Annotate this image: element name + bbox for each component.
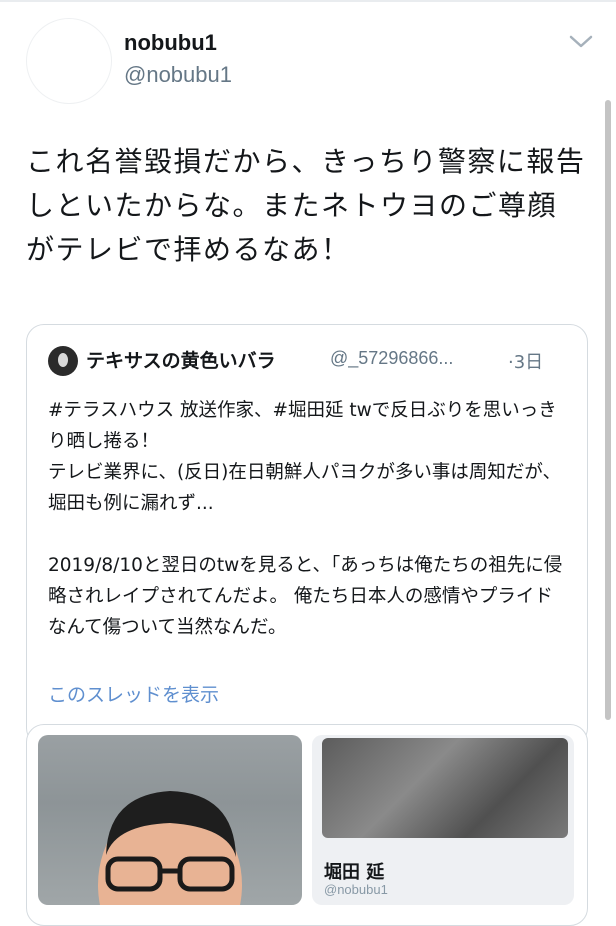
portrait-illustration [98, 791, 242, 905]
media-image-portrait[interactable] [38, 735, 302, 905]
embedded-profile-name: 堀田 延 [324, 862, 385, 883]
profile-header-photo [322, 738, 568, 838]
quoted-tweet-time: ·3日 [508, 352, 544, 373]
quoted-author-name[interactable]: テキサスの黄色いバラ [86, 346, 276, 373]
tweet-text: これ名誉毀損だから、きっちり警察に報告しといたからな。またネトウヨのご尊顔がテレ… [26, 145, 586, 266]
author-avatar[interactable] [26, 18, 112, 104]
show-thread-link[interactable]: このスレッドを表示 [48, 680, 219, 707]
chevron-down-icon[interactable] [568, 34, 594, 50]
quoted-author-handle: @_57296866... [330, 348, 454, 368]
author-display-name[interactable]: nobubu1 [124, 30, 217, 56]
quoted-tweet-text: #テラスハウス 放送作家、#堀田延 twで反日ぶりを思いっきり晒し捲る！ テレビ… [48, 400, 563, 638]
scrollbar[interactable] [605, 100, 611, 720]
embedded-profile-handle: @nobubu1 [324, 882, 388, 897]
author-handle[interactable]: @nobubu1 [124, 62, 232, 88]
top-divider [0, 0, 616, 2]
quoted-author-avatar[interactable] [48, 346, 78, 376]
